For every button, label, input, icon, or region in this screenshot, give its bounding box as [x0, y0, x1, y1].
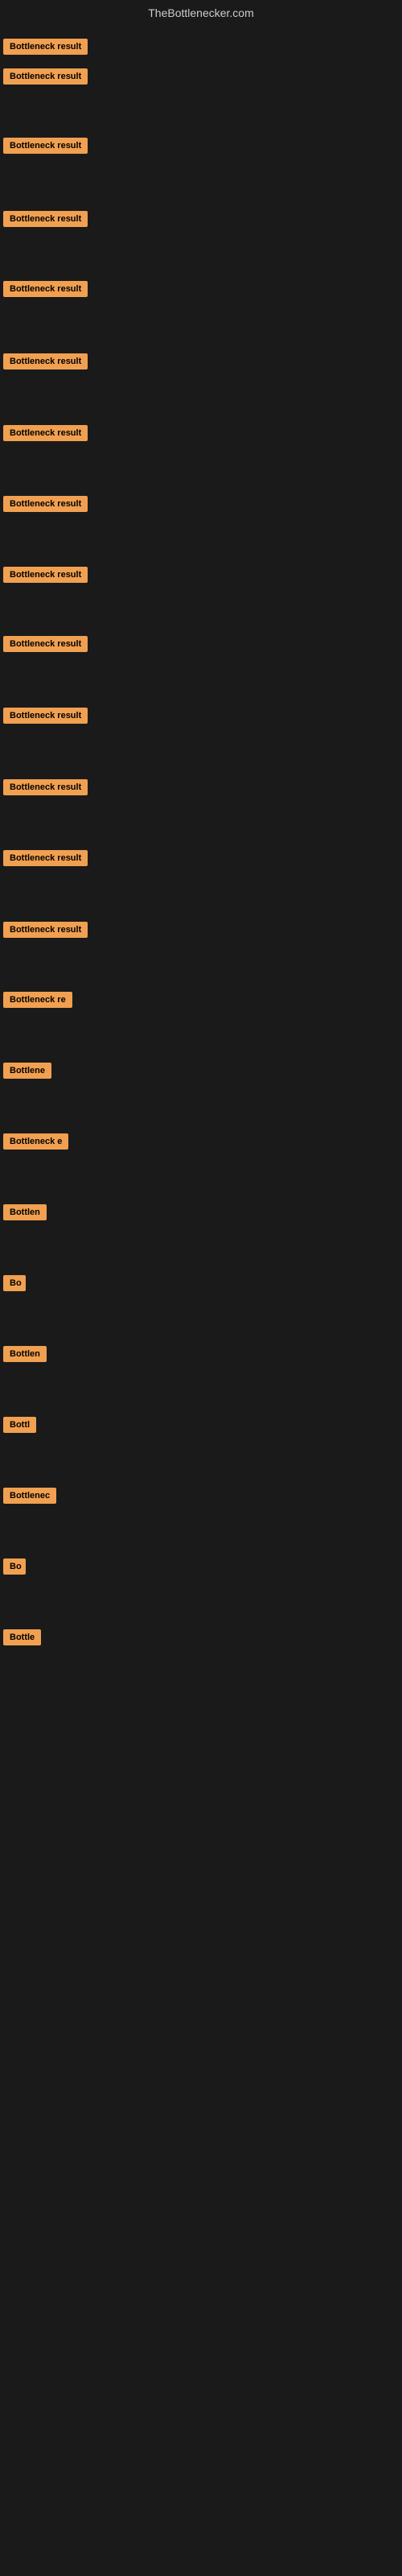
site-title: TheBottlenecker.com [0, 0, 402, 23]
bottleneck-result-badge: Bottleneck result [3, 353, 88, 369]
badge-row: Bottlenec [3, 1488, 56, 1508]
bottleneck-result-badge: Bottleneck result [3, 708, 88, 724]
badge-row: Bottleneck result [3, 636, 88, 656]
badge-row: Bottleneck result [3, 708, 88, 728]
bottleneck-result-badge: Bottleneck result [3, 567, 88, 583]
bottleneck-result-badge: Bottleneck result [3, 138, 88, 154]
bottleneck-result-badge: Bottleneck result [3, 39, 88, 55]
badge-row: Bottle [3, 1629, 41, 1649]
badge-row: Bottlen [3, 1204, 47, 1224]
badge-row: Bottleneck result [3, 353, 88, 374]
bottleneck-result-badge: Bottleneck re [3, 992, 72, 1008]
bottleneck-result-badge: Bottleneck result [3, 496, 88, 512]
badge-row: Bottlen [3, 1346, 47, 1366]
bottleneck-result-badge: Bottl [3, 1417, 36, 1433]
bottleneck-result-badge: Bottleneck result [3, 425, 88, 441]
badges-container: Bottleneck result Bottleneck result Bottle… [0, 23, 402, 1794]
bottleneck-result-badge: Bottleneck result [3, 68, 88, 85]
badge-row: Bo [3, 1275, 26, 1295]
badge-row: Bottleneck re [3, 992, 72, 1012]
bottleneck-result-badge: Bottleneck result [3, 211, 88, 227]
badge-row: Bottleneck result [3, 779, 88, 799]
badge-row: Bottleneck result [3, 39, 88, 59]
badge-row: Bottlene [3, 1063, 51, 1083]
bottleneck-result-badge: Bottlen [3, 1204, 47, 1220]
bottleneck-result-badge: Bottleneck e [3, 1133, 68, 1150]
badge-row: Bottleneck result [3, 425, 88, 445]
badge-row: Bottleneck e [3, 1133, 68, 1154]
badge-row: Bottleneck result [3, 138, 88, 158]
bottleneck-result-badge: Bottleneck result [3, 922, 88, 938]
bottleneck-result-badge: Bo [3, 1558, 26, 1575]
bottleneck-result-badge: Bottlene [3, 1063, 51, 1079]
bottleneck-result-badge: Bottlen [3, 1346, 47, 1362]
bottleneck-result-badge: Bo [3, 1275, 26, 1291]
badge-row: Bottleneck result [3, 922, 88, 942]
bottleneck-result-badge: Bottle [3, 1629, 41, 1645]
badge-row: Bottleneck result [3, 281, 88, 301]
bottleneck-result-badge: Bottleneck result [3, 636, 88, 652]
badge-row: Bottleneck result [3, 211, 88, 231]
bottleneck-result-badge: Bottleneck result [3, 850, 88, 866]
badge-row: Bottleneck result [3, 567, 88, 587]
bottleneck-result-badge: Bottlenec [3, 1488, 56, 1504]
bottleneck-result-badge: Bottleneck result [3, 281, 88, 297]
badge-row: Bottleneck result [3, 496, 88, 516]
bottleneck-result-badge: Bottleneck result [3, 779, 88, 795]
badge-row: Bottleneck result [3, 68, 88, 89]
badge-row: Bottleneck result [3, 850, 88, 870]
badge-row: Bo [3, 1558, 26, 1579]
badge-row: Bottl [3, 1417, 36, 1437]
